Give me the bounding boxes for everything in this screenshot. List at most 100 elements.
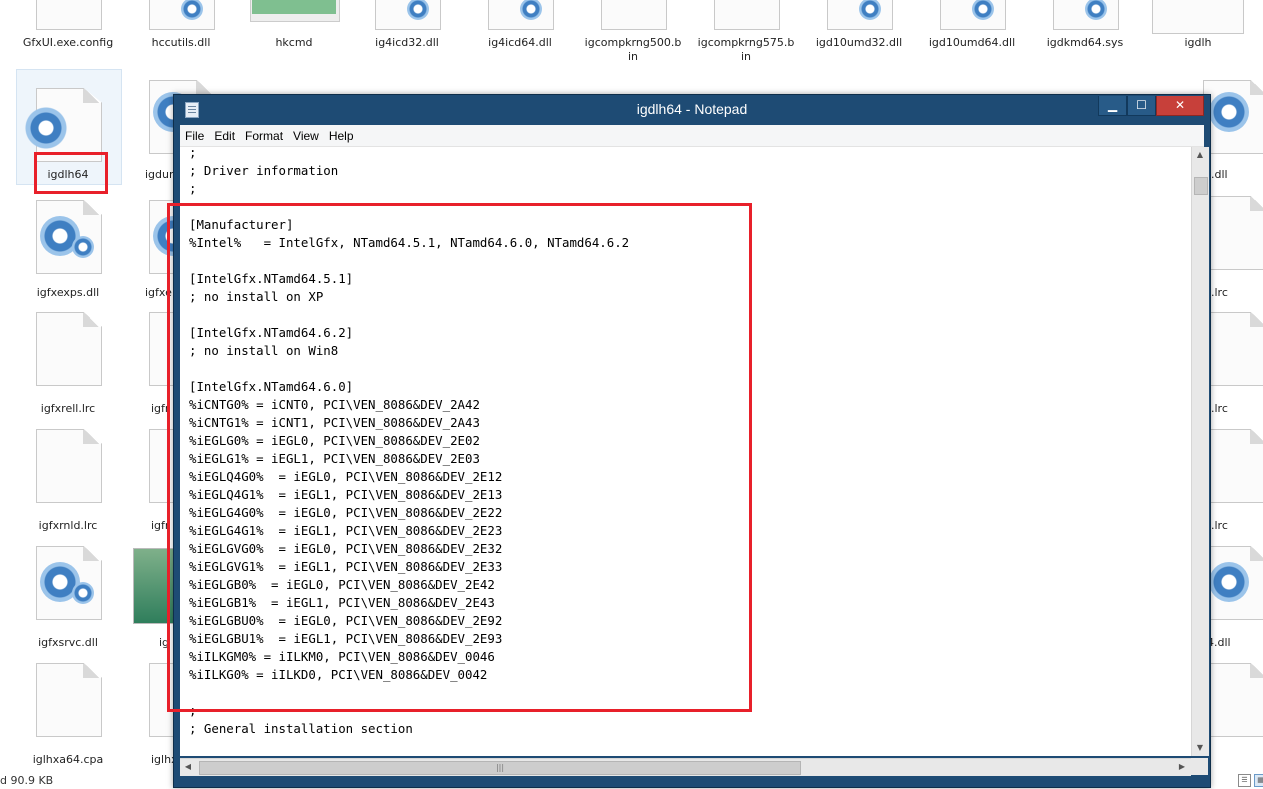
notepad-window[interactable]: igdlh64 - Notepad ▁ ☐ ✕ File Edit Format Vi…	[173, 94, 1211, 788]
gear-icon	[1209, 92, 1249, 132]
thumbnail-preview	[252, 0, 336, 14]
maximize-button[interactable]: ☐	[1127, 96, 1156, 116]
text-line: %iEGLG4G1% = iEGL1, PCI\VEN_8086&DEV_2E2…	[189, 523, 503, 538]
file-label: ig4icd64.dll	[488, 36, 552, 49]
image-thumbnail-icon	[133, 548, 175, 624]
file-item[interactable]: igd10umd64.dll	[922, 0, 1022, 50]
file-label: hkcmd	[275, 36, 313, 49]
file-item[interactable]: hkcmd	[244, 0, 344, 50]
menu-help[interactable]: Help	[324, 125, 359, 144]
document-icon	[1152, 0, 1244, 34]
file-item[interactable]: igfxsrvc.dll	[18, 546, 118, 650]
text-line: ;	[189, 147, 197, 160]
horizontal-scrollbar[interactable]: ◀ ||| ▶	[180, 758, 1191, 776]
file-item[interactable]: ig4icd64.dll	[470, 0, 570, 50]
file-label: igfxrell.lrc	[40, 402, 96, 415]
resize-grip[interactable]	[1191, 758, 1208, 775]
file-label: GfxUI.exe.config	[22, 36, 114, 49]
file-label: igcompkrng500.b in	[584, 36, 682, 63]
file-label: igdkmd64.sys	[1046, 36, 1124, 49]
file-label: iglhxa64.cpa	[32, 753, 104, 766]
document-icon	[36, 663, 102, 737]
text-line	[189, 360, 629, 378]
file-item[interactable]: igcompkrng500.b in	[583, 0, 683, 64]
scroll-right-arrow-icon[interactable]: ▶	[1174, 759, 1190, 775]
text-line	[189, 684, 629, 702]
status-bar-text: d 90.9 KB	[0, 774, 54, 787]
window-title: igdlh64 - Notepad	[636, 101, 748, 117]
text-line: ; Driver information	[189, 163, 339, 178]
file-item[interactable]: igd10umd32.dll	[809, 0, 909, 50]
text-line: %iILKG0% = iILKD0, PCI\VEN_8086&DEV_0042	[189, 667, 488, 682]
text-line: %iEGLG1% = iEGL1, PCI\VEN_8086&DEV_2E03	[189, 451, 480, 466]
scroll-up-arrow-icon[interactable]: ▲	[1192, 147, 1208, 163]
text-line: ;	[189, 181, 197, 196]
text-line: %iEGLGVG0% = iEGL0, PCI\VEN_8086&DEV_2E3…	[189, 541, 503, 556]
text-editor-area[interactable]: ; ; Driver information; [Manufacturer] %Int…	[180, 147, 1191, 756]
document-icon	[714, 0, 780, 30]
scroll-down-arrow-icon[interactable]: ▼	[1192, 740, 1208, 756]
menu-view[interactable]: View	[288, 125, 324, 144]
document-text[interactable]: ; ; Driver information; [Manufacturer] %Int…	[189, 147, 629, 738]
text-line: ; no install on Win8	[189, 343, 339, 358]
document-icon	[1203, 663, 1263, 737]
text-line: %iEGLG0% = iEGL0, PCI\VEN_8086&DEV_2E02	[189, 433, 480, 448]
text-line: [Manufacturer]	[189, 217, 294, 232]
text-line	[189, 252, 629, 270]
file-label: igfxrnld.lrc	[38, 519, 98, 532]
title-bar[interactable]: igdlh64 - Notepad ▁ ☐ ✕	[174, 95, 1210, 125]
menu-edit[interactable]: Edit	[209, 125, 240, 144]
text-line: ;	[189, 703, 197, 718]
file-label: hccutils.dll	[151, 36, 211, 49]
file-label: igfxsrvc.dll	[38, 636, 98, 649]
view-toggle-buttons: ☰ ▦	[1238, 774, 1263, 787]
caption-buttons: ▁ ☐ ✕	[1098, 96, 1204, 116]
text-line: %iCNTG1% = iCNT1, PCI\VEN_8086&DEV_2A43	[189, 415, 480, 430]
scroll-left-arrow-icon[interactable]: ◀	[180, 759, 196, 775]
menu-file[interactable]: File	[180, 125, 209, 144]
horizontal-scroll-thumb[interactable]: |||	[199, 761, 801, 775]
close-button[interactable]: ✕	[1156, 96, 1204, 116]
menu-bar: File Edit Format View Help	[180, 125, 1204, 147]
file-item[interactable]: igdkmd64.sys	[1035, 0, 1135, 50]
menu-format[interactable]: Format	[240, 125, 288, 144]
gear-icon	[22, 104, 70, 152]
file-label: igd10umd32.dll	[815, 36, 903, 49]
file-label: igdlh64	[47, 168, 89, 181]
gear-icon	[72, 236, 94, 258]
vertical-scrollbar[interactable]: ▲ ▼	[1191, 147, 1209, 756]
details-view-icon[interactable]: ☰	[1238, 774, 1251, 787]
file-item[interactable]: ig4icd32.dll	[357, 0, 457, 50]
minimize-button[interactable]: ▁	[1098, 96, 1127, 116]
gear-icon	[72, 582, 94, 604]
file-item[interactable]: igfxrell.lrc	[18, 312, 118, 416]
large-icons-view-icon[interactable]: ▦	[1254, 774, 1263, 787]
text-line: %iCNTG0% = iCNT0, PCI\VEN_8086&DEV_2A42	[189, 397, 480, 412]
file-item[interactable]: igdlh	[1148, 0, 1248, 50]
text-line: [IntelGfx.NTamd64.6.2]	[189, 325, 354, 340]
text-line: %iEGLGBU0% = iEGL0, PCI\VEN_8086&DEV_2E9…	[189, 613, 503, 628]
text-line: %iEGLGB1% = iEGL1, PCI\VEN_8086&DEV_2E43	[189, 595, 495, 610]
vertical-scroll-thumb[interactable]	[1194, 177, 1208, 195]
file-item-igdlh64[interactable]: igdlh64	[18, 80, 118, 182]
file-item[interactable]: igfxexps.dll	[18, 196, 118, 300]
document-icon	[36, 429, 102, 503]
file-item[interactable]: GfxUI.exe.config	[18, 0, 118, 50]
text-line: %iEGLQ4G0% = iEGL0, PCI\VEN_8086&DEV_2E1…	[189, 469, 503, 484]
text-line: %iEGLGVG1% = iEGL1, PCI\VEN_8086&DEV_2E3…	[189, 559, 503, 574]
file-label: igfxexps.dll	[36, 286, 100, 299]
file-item[interactable]: igfxrnld.lrc	[18, 429, 118, 533]
document-icon	[1203, 429, 1263, 503]
text-line: %iEGLGB0% = iEGL0, PCI\VEN_8086&DEV_2E42	[189, 577, 495, 592]
file-item[interactable]: iglhxa64.cpa	[18, 663, 118, 767]
text-line: %iEGLGBU1% = iEGL1, PCI\VEN_8086&DEV_2E9…	[189, 631, 503, 646]
text-line: %iILKGM0% = iILKM0, PCI\VEN_8086&DEV_004…	[189, 649, 495, 664]
document-icon	[36, 0, 102, 30]
document-icon	[36, 312, 102, 386]
document-icon	[601, 0, 667, 30]
file-item[interactable]: igcompkrng575.b in	[696, 0, 796, 64]
file-item[interactable]: hccutils.dll	[131, 0, 231, 50]
text-line	[189, 306, 629, 324]
text-line: [IntelGfx.NTamd64.5.1]	[189, 271, 354, 286]
text-line: %iEGLQ4G1% = iEGL1, PCI\VEN_8086&DEV_2E1…	[189, 487, 503, 502]
